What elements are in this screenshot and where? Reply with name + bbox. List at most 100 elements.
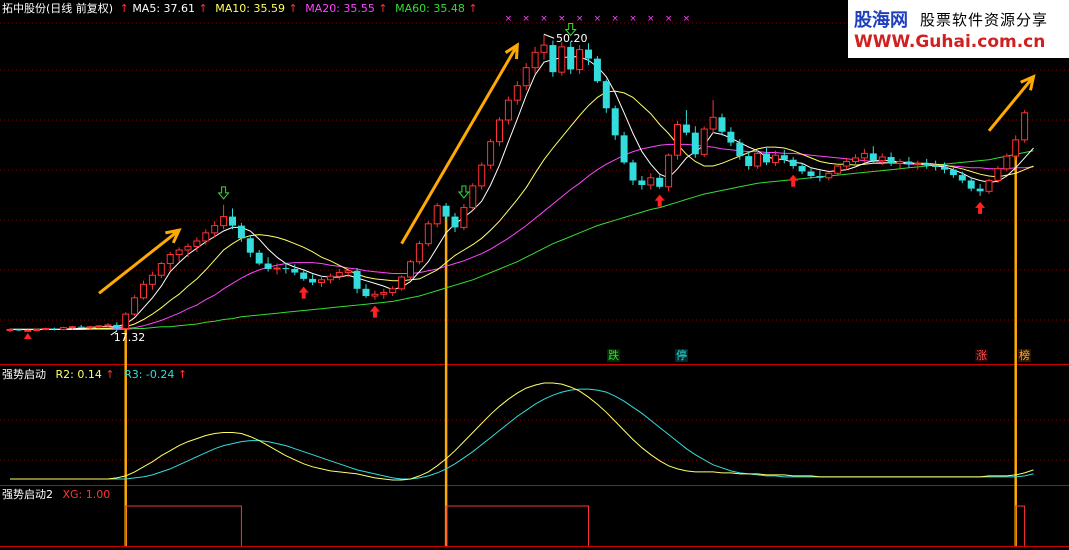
candle-body xyxy=(415,243,423,263)
xg-block xyxy=(125,505,242,546)
candle-body xyxy=(789,159,797,167)
candle-body xyxy=(166,254,174,265)
candle-body xyxy=(255,252,263,264)
sell-arrow-icon xyxy=(217,186,230,200)
candle-body xyxy=(77,326,85,328)
candle-body xyxy=(780,155,788,160)
candle-body xyxy=(157,263,165,276)
candle-body xyxy=(33,328,41,331)
candle-body xyxy=(976,188,984,192)
chart-header: 拓中股份(日线 前复权) ↑ MA5: 37.61 ↑ MA10: 35.59 … xyxy=(2,2,478,16)
candle-body xyxy=(59,327,67,330)
stock-title: 拓中股份(日线 前复权) xyxy=(2,2,114,15)
candle-body xyxy=(86,326,94,329)
panel-borders xyxy=(0,364,1069,547)
candle-body xyxy=(451,216,459,228)
candle-body xyxy=(326,275,334,281)
buy-arrow-icon xyxy=(975,201,986,214)
peak-x-marker: × xyxy=(505,14,513,24)
candle-body xyxy=(148,274,156,285)
ma10-value: MA10: 35.59 xyxy=(215,2,285,15)
candle-body xyxy=(131,297,139,315)
xg-block xyxy=(1015,505,1026,546)
candle-body xyxy=(193,240,201,247)
candle-body xyxy=(700,128,708,155)
candle-body xyxy=(834,165,842,174)
candle-body xyxy=(389,288,397,293)
candle-body xyxy=(754,152,762,167)
r2-value: R2: 0.14 xyxy=(55,368,102,381)
candle-body xyxy=(949,169,957,176)
candle-body xyxy=(24,329,32,332)
peak-x-marker: × xyxy=(611,14,619,24)
candle-body xyxy=(798,166,806,172)
high-label-leader xyxy=(543,33,555,39)
candle-body xyxy=(531,51,539,69)
indicator2-lines xyxy=(125,505,1026,546)
buy-arrow-icon xyxy=(298,286,309,299)
candle-body xyxy=(914,162,922,165)
grid-lines xyxy=(0,22,1069,461)
candle-body xyxy=(246,238,254,253)
candle-body xyxy=(264,263,272,269)
candle-body xyxy=(638,180,646,185)
indicator2-header: 强势启动2 XG: 1.00 xyxy=(2,488,110,502)
moving-average-lines xyxy=(10,56,1034,330)
candle-body xyxy=(567,46,575,70)
candle-body xyxy=(860,152,868,159)
stock-chart-window: { "header": { "stock_label": "拓中股份(日线 前复… xyxy=(0,0,1069,550)
candle-body xyxy=(15,329,23,331)
candle-body xyxy=(771,154,779,163)
candle-body xyxy=(1012,139,1020,157)
ma20-arrow-icon: ↑ xyxy=(378,2,388,15)
high-price-label: 50.20 xyxy=(556,32,588,45)
peak-x-marker: × xyxy=(540,14,548,24)
watermark-brand: 股海网 xyxy=(854,10,908,31)
candle-body xyxy=(941,166,948,170)
ma10-line xyxy=(10,90,1034,330)
candle-body xyxy=(380,291,388,295)
candle-body xyxy=(585,49,592,59)
candle-body xyxy=(175,249,183,256)
watermark-url: WWW.Guhai.com.cn xyxy=(854,32,1046,52)
candle-body xyxy=(442,205,450,217)
candle-body xyxy=(629,162,637,181)
candle-body xyxy=(424,223,432,245)
candle-body xyxy=(958,175,966,181)
ma60-arrow-icon: ↑ xyxy=(468,2,478,15)
candle-body xyxy=(691,132,699,155)
candle-body xyxy=(709,116,717,130)
ma60-value: MA60: 35.48 xyxy=(395,2,465,15)
candle-body xyxy=(6,328,14,331)
header-arrow-icon: ↑ xyxy=(119,2,129,15)
candle-body xyxy=(869,153,877,161)
ma20-line xyxy=(10,143,1034,330)
candle-body xyxy=(220,216,228,227)
watermark-logo: 股海网 股票软件资源分享 WWW.Guhai.com.cn xyxy=(848,0,1069,58)
candle-body xyxy=(504,99,512,121)
candle-body xyxy=(825,172,833,179)
tag-zhang: 涨 xyxy=(975,349,988,362)
candle-body xyxy=(211,225,219,234)
buy-arrow-icon xyxy=(369,305,380,318)
candle-body xyxy=(576,49,584,70)
candle-body xyxy=(496,119,503,143)
candle-body xyxy=(122,313,130,330)
watermark-slogan: 股票软件资源分享 xyxy=(920,11,1049,29)
ma10-arrow-icon: ↑ xyxy=(288,2,298,15)
r2-line xyxy=(10,382,1034,481)
r3-line xyxy=(10,388,1034,480)
candle-body xyxy=(202,232,210,242)
indicator2-title: 强势启动2 xyxy=(2,488,53,501)
xg-value: XG: 1.00 xyxy=(62,488,111,501)
candle-body xyxy=(335,272,343,277)
candle-body xyxy=(184,245,192,251)
r3-value: R3: -0.24 xyxy=(124,368,175,381)
ma20-value: MA20: 35.55 xyxy=(305,2,375,15)
low-price-label: 17.32 xyxy=(114,331,146,344)
candle-body xyxy=(923,163,931,166)
indicator1-header: 强势启动 R2: 0.14 ↑ R3: -0.24 ↑ xyxy=(2,368,187,382)
buy-arrow-icon xyxy=(788,174,799,187)
ma60-line xyxy=(10,150,1034,330)
candle-body xyxy=(727,131,735,143)
